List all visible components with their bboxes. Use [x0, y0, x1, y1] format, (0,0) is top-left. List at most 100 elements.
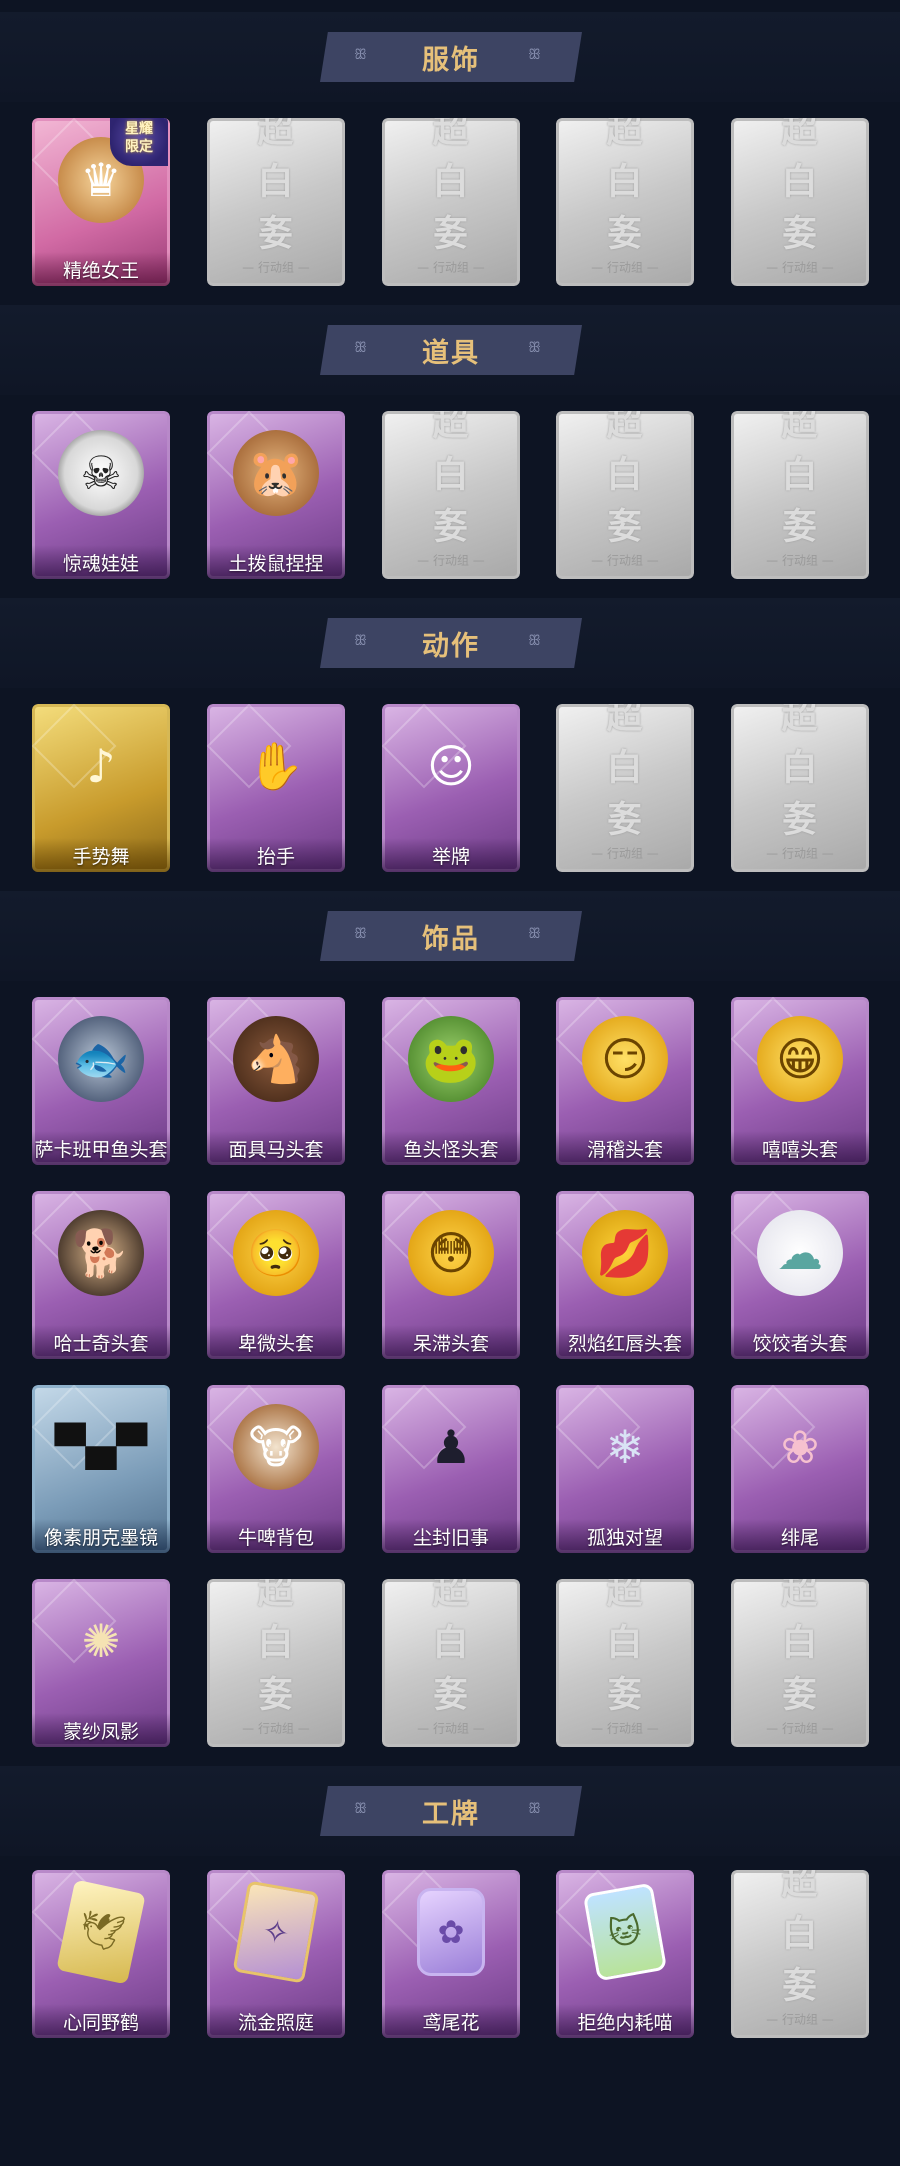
empty-card: 超白㚣 — 行动组 — — [556, 118, 694, 286]
item-label: 呆滞头套 — [382, 1325, 520, 1359]
item-card[interactable]: 🕊 心同野鹤 — [32, 1870, 170, 2038]
item-label: 举牌 — [382, 838, 520, 872]
dazed-face-icon: 😳 — [408, 1210, 494, 1296]
funny-face-icon: 😏 — [582, 1016, 668, 1102]
item-card[interactable]: ☁ 饺饺者头套 — [731, 1191, 869, 1359]
horse-head-icon: 🐴 — [233, 1016, 319, 1102]
empty-title: 超白㚣 — [781, 1579, 819, 1716]
item-label: 尘封旧事 — [382, 1519, 520, 1553]
item-card[interactable]: 💋 烈焰红唇头套 — [556, 1191, 694, 1359]
item-label: 嘻嘻头套 — [731, 1131, 869, 1165]
item-label: 土拨鼠捏捏 — [207, 545, 345, 579]
empty-card: 超白㚣 — 行动组 — — [207, 118, 345, 286]
section-costume: ꕥ 服饰 ꕥ ♛ 星耀 限定 精绝女王 超白㚣 — 行动组 — 超白㚣 — 行动组 … — [0, 0, 900, 300]
item-card[interactable]: 🐱 拒绝内耗喵 — [556, 1870, 694, 2038]
empty-watermark: 超白㚣 — 行动组 — — [417, 118, 486, 276]
item-label: 拒绝内耗喵 — [556, 2004, 694, 2038]
empty-subtitle: — 行动组 — — [591, 1721, 659, 1736]
empty-title: 超白㚣 — [257, 1579, 295, 1716]
section-title: 饰品 — [422, 923, 480, 955]
item-label: 心同野鹤 — [32, 2004, 170, 2038]
item-card[interactable]: ♛ 星耀 限定 精绝女王 — [32, 118, 170, 286]
section-props: ꕥ 道具 ꕥ ☠ 惊魂娃娃 🐹 土拨鼠捏捏 超白㚣 — 行动组 — 超白㚣 — 行动… — [0, 293, 900, 593]
empty-watermark: 超白㚣 — 行动组 — — [591, 1579, 660, 1737]
section-header: ꕥ 动作 ꕥ — [320, 618, 582, 668]
empty-watermark: 超白㚣 — 行动组 — — [417, 1579, 486, 1737]
item-card[interactable]: ♪ 手势舞 — [32, 704, 170, 872]
lonely-charm-icon: ❄ — [605, 1420, 645, 1474]
empty-watermark: 超白㚣 — 行动组 — — [591, 118, 660, 276]
empty-subtitle: — 行动组 — — [417, 260, 485, 275]
fish-head-icon: 🐟 — [58, 1016, 144, 1102]
item-card[interactable]: 😳 呆滞头套 — [382, 1191, 520, 1359]
item-card[interactable]: 🐹 土拨鼠捏捏 — [207, 411, 345, 579]
empty-subtitle: — 行动组 — — [417, 553, 485, 568]
gesture-dance-icon: ♪ — [86, 739, 116, 793]
swirl-right-icon: ꕥ — [528, 926, 541, 942]
item-card[interactable]: ▀▄▀ 像素朋克墨镜 — [32, 1385, 170, 1553]
item-card[interactable]: ❀ 绯尾 — [731, 1385, 869, 1553]
empty-card: 超白㚣 — 行动组 — — [731, 411, 869, 579]
section-actions: ꕥ 动作 ꕥ ♪ 手势舞 ✋ 抬手 ☺ 举牌 超白㚣 — 行动组 — 超白㚣 — 行… — [0, 586, 900, 886]
item-label: 哈士奇头套 — [32, 1325, 170, 1359]
chibi-charm-icon: ♟ — [430, 1420, 472, 1474]
item-card[interactable]: 🐮 牛啤背包 — [207, 1385, 345, 1553]
item-card[interactable]: ☺ 举牌 — [382, 704, 520, 872]
dumpling-head-icon: ☁ — [757, 1210, 843, 1296]
swirl-left-icon: ꕥ — [354, 926, 367, 942]
swirl-left-icon: ꕥ — [354, 340, 367, 356]
empty-card: 超白㚣 — 行动组 — — [731, 704, 869, 872]
empty-card: 超白㚣 — 行动组 — — [556, 1579, 694, 1747]
empty-title: 超白㚣 — [781, 118, 819, 255]
item-label: 绯尾 — [731, 1519, 869, 1553]
empty-card: 超白㚣 — 行动组 — — [731, 1870, 869, 2038]
hold-sign-icon: ☺ — [427, 739, 475, 793]
item-label: 流金照庭 — [207, 2004, 345, 2038]
empty-watermark: 超白㚣 — 行动组 — — [591, 704, 660, 862]
swirl-right-icon: ꕥ — [528, 340, 541, 356]
item-card[interactable]: ✿ 鸢尾花 — [382, 1870, 520, 2038]
item-card[interactable]: ♟ 尘封旧事 — [382, 1385, 520, 1553]
section-header: ꕥ 道具 ꕥ — [320, 325, 582, 375]
item-label: 鱼头怪头套 — [382, 1131, 520, 1165]
item-card[interactable]: ✧ 流金照庭 — [207, 1870, 345, 2038]
empty-title: 超白㚣 — [606, 1579, 644, 1716]
swirl-right-icon: ꕥ — [528, 633, 541, 649]
section-title: 服饰 — [422, 44, 480, 76]
item-card[interactable]: 🐴 面具马头套 — [207, 997, 345, 1165]
empty-card: 超白㚣 — 行动组 — — [556, 411, 694, 579]
item-card[interactable]: ❄ 孤独对望 — [556, 1385, 694, 1553]
item-card[interactable]: 🐟 萨卡班甲鱼头套 — [32, 997, 170, 1165]
item-card[interactable]: 😁 嘻嘻头套 — [731, 997, 869, 1165]
item-card[interactable]: 🐸 鱼头怪头套 — [382, 997, 520, 1165]
phoenix-charm-icon: ✺ — [81, 1614, 121, 1668]
section-header: ꕥ 饰品 ꕥ — [320, 911, 582, 961]
empty-subtitle: — 行动组 — — [766, 1721, 834, 1736]
item-label: 面具马头套 — [207, 1131, 345, 1165]
empty-subtitle: — 行动组 — — [417, 1721, 485, 1736]
empty-subtitle: — 行动组 — — [591, 553, 659, 568]
item-card[interactable]: 🥺 卑微头套 — [207, 1191, 345, 1359]
empty-watermark: 超白㚣 — 行动组 — — [242, 118, 311, 276]
empty-title: 超白㚣 — [781, 411, 819, 548]
fox-tail-charm-icon: ❀ — [780, 1420, 820, 1474]
empty-subtitle: — 行动组 — — [766, 553, 834, 568]
item-label: 精绝女王 — [32, 252, 170, 286]
item-card[interactable]: 😏 滑稽头套 — [556, 997, 694, 1165]
empty-watermark: 超白㚣 — 行动组 — — [766, 118, 835, 276]
empty-card: 超白㚣 — 行动组 — — [382, 411, 520, 579]
item-card[interactable]: ☠ 惊魂娃娃 — [32, 411, 170, 579]
limited-badge: 星耀 限定 — [110, 118, 168, 166]
empty-watermark: 超白㚣 — 行动组 — — [417, 411, 486, 569]
empty-subtitle: — 行动组 — — [242, 1721, 310, 1736]
skull-doll-icon: ☠ — [58, 430, 144, 516]
item-card[interactable]: 🐕 哈士奇头套 — [32, 1191, 170, 1359]
empty-watermark: 超白㚣 — 行动组 — — [766, 411, 835, 569]
empty-watermark: 超白㚣 — 行动组 — — [766, 704, 835, 862]
item-card[interactable]: ✋ 抬手 — [207, 704, 345, 872]
item-label: 手势舞 — [32, 838, 170, 872]
item-label: 孤独对望 — [556, 1519, 694, 1553]
fish-monster-head-icon: 🐸 — [408, 1016, 494, 1102]
empty-card: 超白㚣 — 行动组 — — [556, 704, 694, 872]
item-card[interactable]: ✺ 蒙纱凤影 — [32, 1579, 170, 1747]
